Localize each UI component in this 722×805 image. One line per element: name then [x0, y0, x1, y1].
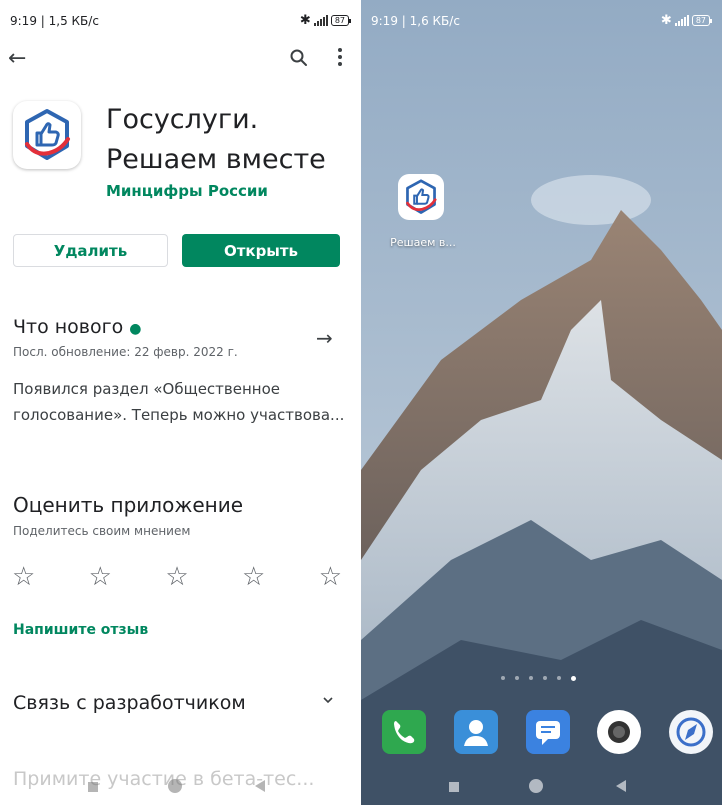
- battery-icon: 87: [691, 15, 713, 26]
- page-dot: [501, 676, 505, 680]
- app-title: Госуслуги. Решаем вместе: [106, 104, 326, 175]
- page-dot-active: [571, 676, 576, 681]
- phone-icon[interactable]: [382, 710, 426, 754]
- bluetooth-icon: ✱: [660, 13, 672, 28]
- page-dot: [543, 676, 547, 680]
- signal-icon: [674, 15, 689, 26]
- back-icon[interactable]: [616, 780, 626, 792]
- developer-contact-title[interactable]: Связь с разработчиком: [13, 692, 246, 714]
- rate-app-subtitle: Поделитесь своим мнением: [13, 524, 191, 538]
- more-vert-icon[interactable]: [337, 48, 343, 68]
- whats-new-body: Появился раздел «Общественное голосовани…: [13, 380, 345, 424]
- home-status-icons: ✱ 87: [660, 13, 713, 28]
- search-icon[interactable]: [289, 48, 309, 68]
- gosuslugi-logo-icon: [25, 109, 70, 160]
- open-button[interactable]: Открыть: [182, 234, 340, 267]
- browser-icon[interactable]: [669, 710, 713, 754]
- arrow-left-icon[interactable]: ←: [8, 46, 26, 71]
- messages-icon[interactable]: [526, 710, 570, 754]
- home-status-time: 9:19 | 1,6 КБ/с: [371, 14, 460, 28]
- status-bar: 9:19 | 1,5 КБ/с ✱ 87: [0, 0, 361, 40]
- new-dot-icon: ●: [129, 321, 142, 337]
- home-status-bar: 9:19 | 1,6 КБ/с ✱ 87: [361, 0, 722, 40]
- star-icon[interactable]: ☆: [242, 562, 265, 592]
- back-icon[interactable]: [255, 780, 265, 792]
- home-app-label: Решаем в...: [390, 236, 456, 249]
- navigation-bar: [0, 775, 361, 805]
- app-icon: [13, 101, 81, 169]
- chevron-down-icon[interactable]: [322, 694, 334, 710]
- home-navigation-bar: [361, 775, 722, 805]
- home-app-icon[interactable]: [398, 174, 444, 220]
- whats-new-title[interactable]: Что нового ●: [13, 316, 141, 338]
- whats-new-updated: Посл. обновление: 22 февр. 2022 г.: [13, 345, 238, 359]
- camera-icon[interactable]: [597, 710, 641, 754]
- signal-icon: [313, 15, 328, 26]
- status-time: 9:19 | 1,5 КБ/с: [10, 14, 99, 28]
- gosuslugi-logo-icon: [406, 179, 437, 214]
- battery-icon: 87: [330, 15, 352, 26]
- developer-link[interactable]: Минцифры России: [106, 182, 268, 200]
- star-icon[interactable]: ☆: [165, 562, 188, 592]
- page-dot: [557, 676, 561, 680]
- rating-stars: ☆ ☆ ☆ ☆ ☆: [12, 562, 342, 592]
- bluetooth-icon: ✱: [299, 13, 311, 28]
- page-dot: [529, 676, 533, 680]
- play-store-screen: 9:19 | 1,5 КБ/с ✱ 87 ← Госуслуги. Решаем…: [0, 0, 361, 805]
- home-screen: 9:19 | 1,6 КБ/с ✱ 87 Решаем в...: [361, 0, 722, 805]
- arrow-right-icon[interactable]: →: [316, 326, 333, 350]
- status-icons: ✱ 87: [299, 13, 352, 28]
- write-review-link[interactable]: Напишите отзыв: [13, 622, 148, 638]
- uninstall-button[interactable]: Удалить: [13, 234, 168, 267]
- star-icon[interactable]: ☆: [89, 562, 112, 592]
- home-icon[interactable]: [529, 779, 543, 793]
- recents-icon[interactable]: [88, 782, 98, 792]
- whats-new-title-text: Что нового: [13, 316, 124, 338]
- contacts-icon[interactable]: [454, 710, 498, 754]
- star-icon[interactable]: ☆: [12, 562, 35, 592]
- page-indicator: [501, 676, 576, 681]
- dock: [361, 710, 722, 760]
- page-dot: [515, 676, 519, 680]
- mountain-wallpaper: [361, 0, 722, 805]
- home-icon[interactable]: [168, 779, 182, 793]
- recents-icon[interactable]: [449, 782, 459, 792]
- star-icon[interactable]: ☆: [319, 562, 342, 592]
- rate-app-title: Оценить приложение: [13, 493, 244, 517]
